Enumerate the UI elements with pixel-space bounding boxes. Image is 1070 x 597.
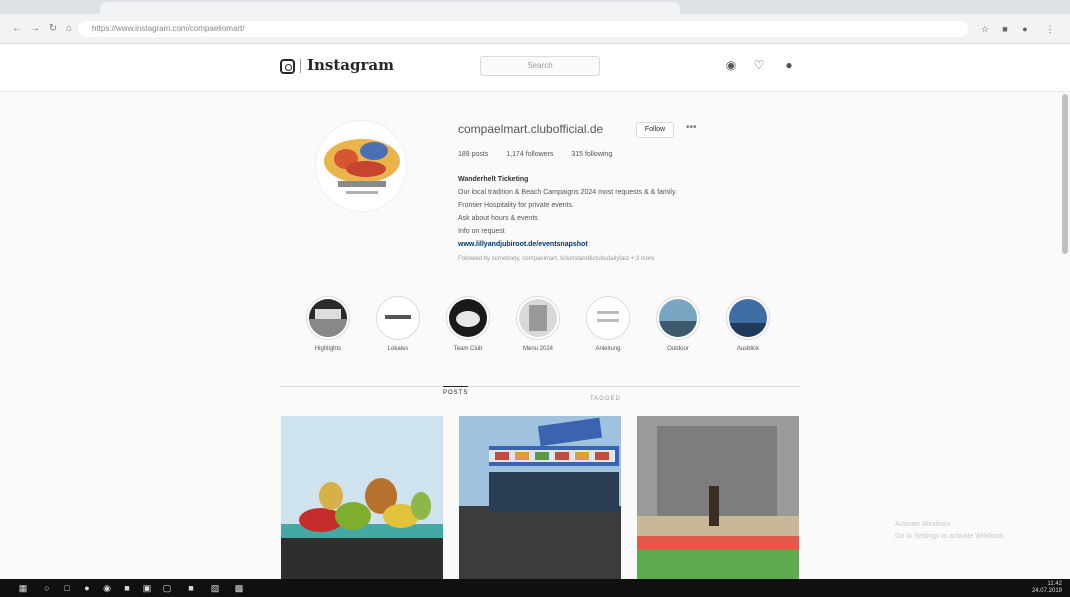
system-clock[interactable]: 11:42 24.07.2019 [1032, 581, 1062, 595]
app-icon[interactable]: ▨ [210, 583, 220, 593]
tab-posts[interactable]: POSTS [443, 386, 469, 396]
bio-link[interactable]: www.lillyandjubiroot.de/eventsnapshot [458, 238, 788, 251]
story-highlight[interactable]: Outdoor [648, 296, 708, 352]
profile-icon[interactable]: ● [1020, 24, 1030, 34]
menu-icon[interactable]: ⋮ [1045, 24, 1055, 34]
mail-icon[interactable]: ▢ [162, 583, 172, 593]
instagram-logo[interactable]: Instagram [280, 56, 394, 74]
story-highlight[interactable]: Menu 2024 [508, 296, 568, 352]
windows-start-icon[interactable]: ▦ [18, 583, 28, 593]
back-icon[interactable]: ← [12, 24, 22, 34]
edge-icon[interactable]: ● [82, 583, 92, 593]
story-highlight[interactable]: Ausblick [718, 296, 778, 352]
bio-line: Frontier Hospitality for private events. [458, 202, 574, 209]
web-page: Instagram Search ◉ ♡ ● compaelmart.clubo… [0, 44, 1070, 579]
app-icon[interactable]: ■ [186, 583, 196, 593]
forward-icon[interactable]: → [30, 24, 40, 34]
search-icon[interactable]: ○ [42, 583, 52, 593]
task-view-icon[interactable]: □ [62, 583, 72, 593]
address-bar[interactable]: https://www.instagram.com/compaeliomart/ [78, 21, 968, 37]
highlight-label: Lokales [387, 346, 409, 352]
app-icon[interactable]: ▩ [234, 583, 244, 593]
follow-button[interactable]: Follow [636, 122, 674, 138]
browser-toolbar: ← → ↻ ⌂ https://www.instagram.com/compae… [0, 0, 1070, 44]
clock-date: 24.07.2019 [1031, 588, 1062, 594]
windows-taskbar: ▦ ○ □ ● ◉ ■ ▣ ▢ ■ ▨ ▩ 11:42 24.07.2019 [0, 579, 1070, 597]
profile-bio: Wanderhelt Ticketing Our local tradition… [458, 173, 788, 251]
highlight-label: Highlights [314, 346, 342, 352]
home-icon[interactable]: ⌂ [64, 24, 74, 34]
story-highlight[interactable]: Lokales [368, 296, 428, 352]
instagram-header: Instagram Search ◉ ♡ ● [0, 44, 1070, 92]
tab-strip [0, 0, 1070, 14]
search-input[interactable]: Search [480, 56, 600, 76]
bio-line: Our local tradition & Beach Campaigns 20… [458, 189, 677, 196]
watermark-line: Go to Settings to activate Windows. [895, 533, 1006, 540]
post-thumbnail[interactable] [637, 416, 799, 579]
story-highlight[interactable]: Anleitung [578, 296, 638, 352]
scrollbar[interactable] [1062, 94, 1068, 254]
heart-icon[interactable]: ♡ [752, 58, 766, 72]
post-thumbnail[interactable] [281, 416, 443, 579]
bio-name: Wanderhelt Ticketing [458, 176, 529, 183]
extension-icon[interactable]: ■ [1000, 24, 1010, 34]
user-icon[interactable]: ● [782, 58, 796, 72]
watermark-line: Activate Windows [895, 521, 951, 528]
clock-time: 11:42 [1047, 581, 1062, 587]
compass-icon[interactable]: ◉ [724, 58, 738, 72]
highlight-label: Anleitung [595, 346, 621, 352]
more-options-icon[interactable]: ••• [686, 122, 697, 133]
explorer-icon[interactable]: ■ [122, 583, 132, 593]
camera-icon [280, 58, 295, 74]
followed-by[interactable]: Followed by somebody, compaelmart, ticke… [458, 256, 654, 262]
tabs-divider [280, 386, 800, 387]
followers-count[interactable]: 1,174 followers [506, 151, 553, 158]
activation-watermark: Activate Windows Go to Settings to activ… [895, 519, 1006, 543]
logo-wordmark: Instagram [307, 56, 394, 74]
bio-line: Info on request [458, 228, 505, 235]
highlight-label: Team Club [453, 346, 483, 352]
story-highlight[interactable]: Team Club [438, 296, 498, 352]
store-icon[interactable]: ▣ [142, 583, 152, 593]
profile-username: compaelmart.clubofficial.de [458, 122, 604, 136]
story-highlight[interactable]: Highlights [298, 296, 358, 352]
highlight-label: Ausblick [736, 346, 760, 352]
highlight-label: Outdoor [667, 346, 689, 352]
browser-tab[interactable] [100, 2, 680, 14]
posts-count: 189 posts [458, 151, 489, 158]
avatar[interactable] [315, 120, 407, 212]
post-thumbnail[interactable] [459, 416, 621, 579]
bio-line: Ask about hours & events [458, 215, 538, 222]
reload-icon[interactable]: ↻ [48, 24, 58, 34]
highlight-label: Menu 2024 [522, 346, 554, 352]
star-icon[interactable]: ☆ [980, 24, 990, 34]
following-count[interactable]: 315 following [571, 151, 612, 158]
profile-stats: 189 posts 1,174 followers 315 following [458, 151, 628, 158]
chrome-icon[interactable]: ◉ [102, 583, 112, 593]
tab-tagged[interactable]: TAGGED [590, 396, 621, 402]
